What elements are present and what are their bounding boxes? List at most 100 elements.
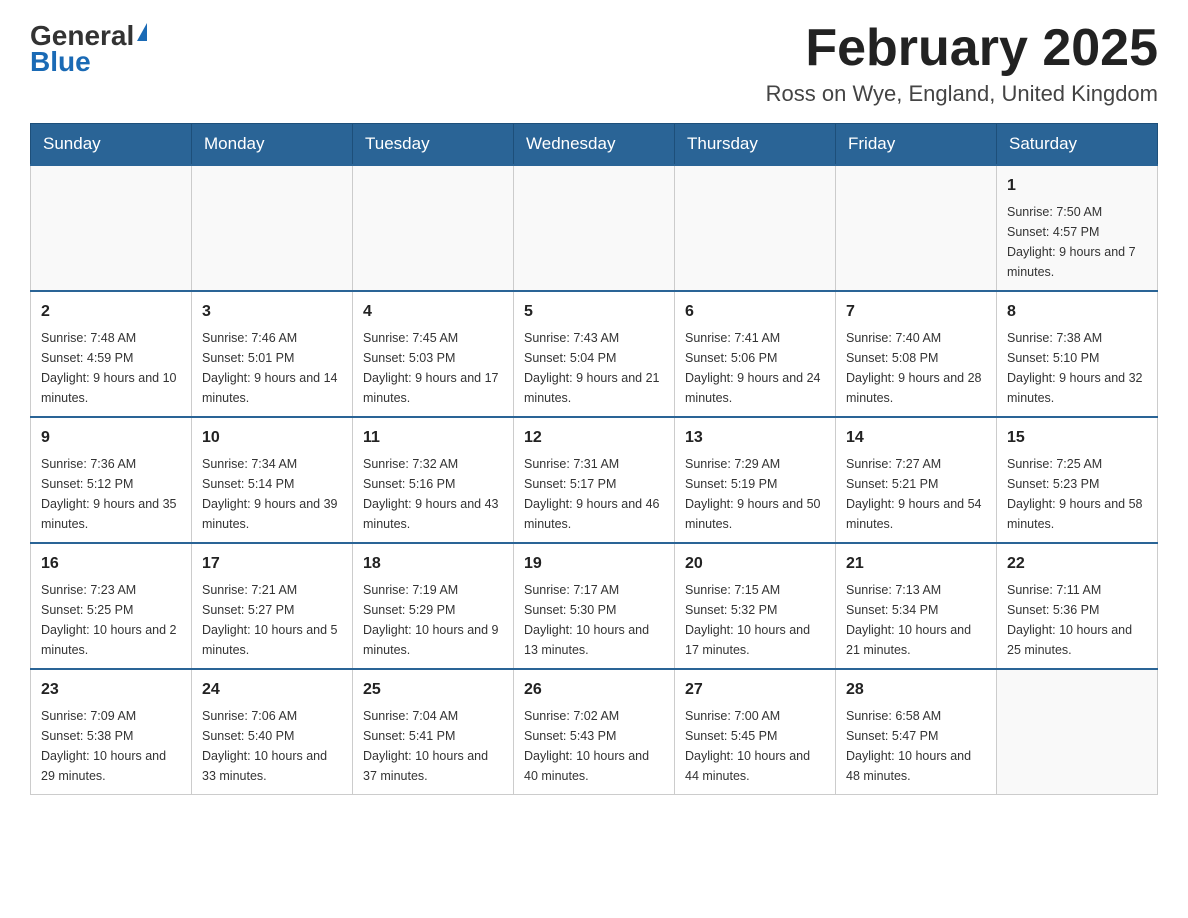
- calendar-cell: [353, 165, 514, 291]
- calendar-cell: 1 Sunrise: 7:50 AM Sunset: 4:57 PM Daylig…: [997, 165, 1158, 291]
- calendar-week-5: 23 Sunrise: 7:09 AM Sunset: 5:38 PM Dayli…: [31, 669, 1158, 795]
- day-info: Sunrise: 7:09 AM Sunset: 5:38 PM Dayligh…: [41, 706, 181, 786]
- day-info: Sunrise: 7:46 AM Sunset: 5:01 PM Dayligh…: [202, 328, 342, 408]
- calendar-cell: [514, 165, 675, 291]
- day-info: Sunrise: 7:40 AM Sunset: 5:08 PM Dayligh…: [846, 328, 986, 408]
- day-number: 8: [1007, 300, 1147, 324]
- day-info: Sunrise: 7:31 AM Sunset: 5:17 PM Dayligh…: [524, 454, 664, 534]
- calendar-cell: 8 Sunrise: 7:38 AM Sunset: 5:10 PM Daylig…: [997, 291, 1158, 417]
- day-info: Sunrise: 7:06 AM Sunset: 5:40 PM Dayligh…: [202, 706, 342, 786]
- calendar-cell: 11 Sunrise: 7:32 AM Sunset: 5:16 PM Dayli…: [353, 417, 514, 543]
- day-number: 5: [524, 300, 664, 324]
- col-tuesday: Tuesday: [353, 124, 514, 166]
- day-number: 10: [202, 426, 342, 450]
- day-number: 20: [685, 552, 825, 576]
- day-info: Sunrise: 7:34 AM Sunset: 5:14 PM Dayligh…: [202, 454, 342, 534]
- calendar-week-4: 16Sunrise: 7:23 AM Sunset: 5:25 PM Dayli…: [31, 543, 1158, 669]
- calendar-cell: [31, 165, 192, 291]
- calendar-cell: 13 Sunrise: 7:29 AM Sunset: 5:19 PM Dayli…: [675, 417, 836, 543]
- day-number: 4: [363, 300, 503, 324]
- day-number: 11: [363, 426, 503, 450]
- day-info: Sunrise: 7:00 AM Sunset: 5:45 PM Dayligh…: [685, 706, 825, 786]
- calendar-cell: 24 Sunrise: 7:06 AM Sunset: 5:40 PM Dayli…: [192, 669, 353, 795]
- day-info: Sunrise: 7:48 AM Sunset: 4:59 PM Dayligh…: [41, 328, 181, 408]
- day-number: 22: [1007, 552, 1147, 576]
- calendar-subtitle: Ross on Wye, England, United Kingdom: [766, 81, 1158, 107]
- calendar-cell: 17 Sunrise: 7:21 AM Sunset: 5:27 PM Dayli…: [192, 543, 353, 669]
- day-number: 19: [524, 552, 664, 576]
- calendar-cell: [836, 165, 997, 291]
- calendar-cell: 14 Sunrise: 7:27 AM Sunset: 5:21 PM Dayli…: [836, 417, 997, 543]
- day-number: 24: [202, 678, 342, 702]
- day-info: Sunrise: 7:43 AM Sunset: 5:04 PM Dayligh…: [524, 328, 664, 408]
- calendar-cell: 2 Sunrise: 7:48 AM Sunset: 4:59 PM Daylig…: [31, 291, 192, 417]
- day-number: 27: [685, 678, 825, 702]
- day-number: 2: [41, 300, 181, 324]
- day-number: 7: [846, 300, 986, 324]
- day-info: Sunrise: 7:21 AM Sunset: 5:27 PM Dayligh…: [202, 580, 342, 660]
- day-number: 6: [685, 300, 825, 324]
- day-info: Sunrise: 7:32 AM Sunset: 5:16 PM Dayligh…: [363, 454, 503, 534]
- calendar-cell: 15Sunrise: 7:25 AM Sunset: 5:23 PM Dayli…: [997, 417, 1158, 543]
- day-info: Sunrise: 7:36 AM Sunset: 5:12 PM Dayligh…: [41, 454, 181, 534]
- col-thursday: Thursday: [675, 124, 836, 166]
- day-info: Sunrise: 6:58 AM Sunset: 5:47 PM Dayligh…: [846, 706, 986, 786]
- calendar-cell: 16Sunrise: 7:23 AM Sunset: 5:25 PM Dayli…: [31, 543, 192, 669]
- calendar-cell: [192, 165, 353, 291]
- day-number: 17: [202, 552, 342, 576]
- logo-triangle-icon: [137, 23, 147, 41]
- col-saturday: Saturday: [997, 124, 1158, 166]
- day-number: 16: [41, 552, 181, 576]
- page-header: General Blue February 2025 Ross on Wye, …: [30, 20, 1158, 107]
- calendar-cell: 5 Sunrise: 7:43 AM Sunset: 5:04 PM Daylig…: [514, 291, 675, 417]
- day-info: Sunrise: 7:04 AM Sunset: 5:41 PM Dayligh…: [363, 706, 503, 786]
- calendar-cell: 25 Sunrise: 7:04 AM Sunset: 5:41 PM Dayli…: [353, 669, 514, 795]
- day-info: Sunrise: 7:02 AM Sunset: 5:43 PM Dayligh…: [524, 706, 664, 786]
- day-info: Sunrise: 7:27 AM Sunset: 5:21 PM Dayligh…: [846, 454, 986, 534]
- calendar-cell: 3Sunrise: 7:46 AM Sunset: 5:01 PM Daylig…: [192, 291, 353, 417]
- calendar-week-3: 9Sunrise: 7:36 AM Sunset: 5:12 PM Daylig…: [31, 417, 1158, 543]
- col-monday: Monday: [192, 124, 353, 166]
- calendar-week-1: 1 Sunrise: 7:50 AM Sunset: 4:57 PM Daylig…: [31, 165, 1158, 291]
- day-number: 21: [846, 552, 986, 576]
- day-info: Sunrise: 7:19 AM Sunset: 5:29 PM Dayligh…: [363, 580, 503, 660]
- calendar-cell: 26 Sunrise: 7:02 AM Sunset: 5:43 PM Dayli…: [514, 669, 675, 795]
- calendar-cell: [997, 669, 1158, 795]
- day-info: Sunrise: 7:41 AM Sunset: 5:06 PM Dayligh…: [685, 328, 825, 408]
- col-friday: Friday: [836, 124, 997, 166]
- calendar-cell: 21Sunrise: 7:13 AM Sunset: 5:34 PM Dayli…: [836, 543, 997, 669]
- calendar-header-row: Sunday Monday Tuesday Wednesday Thursday…: [31, 124, 1158, 166]
- day-number: 14: [846, 426, 986, 450]
- calendar-cell: 6 Sunrise: 7:41 AM Sunset: 5:06 PM Daylig…: [675, 291, 836, 417]
- day-info: Sunrise: 7:11 AM Sunset: 5:36 PM Dayligh…: [1007, 580, 1147, 660]
- day-number: 28: [846, 678, 986, 702]
- day-info: Sunrise: 7:38 AM Sunset: 5:10 PM Dayligh…: [1007, 328, 1147, 408]
- calendar-cell: 12Sunrise: 7:31 AM Sunset: 5:17 PM Dayli…: [514, 417, 675, 543]
- day-number: 23: [41, 678, 181, 702]
- day-number: 26: [524, 678, 664, 702]
- day-number: 18: [363, 552, 503, 576]
- calendar-cell: 7 Sunrise: 7:40 AM Sunset: 5:08 PM Daylig…: [836, 291, 997, 417]
- calendar-cell: 18 Sunrise: 7:19 AM Sunset: 5:29 PM Dayli…: [353, 543, 514, 669]
- day-number: 1: [1007, 174, 1147, 198]
- calendar-title: February 2025: [766, 20, 1158, 77]
- calendar-week-2: 2 Sunrise: 7:48 AM Sunset: 4:59 PM Daylig…: [31, 291, 1158, 417]
- calendar-body: 1 Sunrise: 7:50 AM Sunset: 4:57 PM Daylig…: [31, 165, 1158, 795]
- calendar-cell: 23 Sunrise: 7:09 AM Sunset: 5:38 PM Dayli…: [31, 669, 192, 795]
- col-wednesday: Wednesday: [514, 124, 675, 166]
- day-info: Sunrise: 7:50 AM Sunset: 4:57 PM Dayligh…: [1007, 202, 1147, 282]
- calendar-cell: 19Sunrise: 7:17 AM Sunset: 5:30 PM Dayli…: [514, 543, 675, 669]
- day-number: 25: [363, 678, 503, 702]
- calendar-cell: [675, 165, 836, 291]
- calendar-cell: 28 Sunrise: 6:58 AM Sunset: 5:47 PM Dayli…: [836, 669, 997, 795]
- calendar-cell: 9Sunrise: 7:36 AM Sunset: 5:12 PM Daylig…: [31, 417, 192, 543]
- day-number: 15: [1007, 426, 1147, 450]
- day-info: Sunrise: 7:15 AM Sunset: 5:32 PM Dayligh…: [685, 580, 825, 660]
- calendar-table: Sunday Monday Tuesday Wednesday Thursday…: [30, 123, 1158, 795]
- col-sunday: Sunday: [31, 124, 192, 166]
- day-number: 13: [685, 426, 825, 450]
- day-info: Sunrise: 7:45 AM Sunset: 5:03 PM Dayligh…: [363, 328, 503, 408]
- day-info: Sunrise: 7:29 AM Sunset: 5:19 PM Dayligh…: [685, 454, 825, 534]
- logo-blue-text: Blue: [30, 46, 91, 78]
- logo: General Blue: [30, 20, 147, 78]
